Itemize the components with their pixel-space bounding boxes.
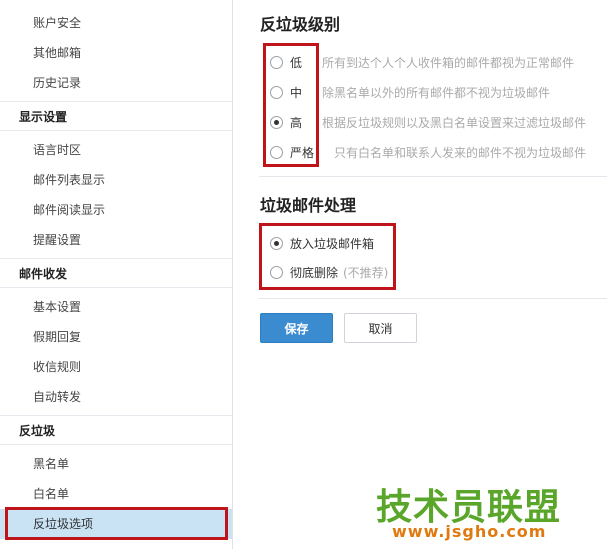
sidebar-item-history[interactable]: 历史记录 [0, 68, 232, 98]
highlight-outline-spam-handling [259, 223, 396, 290]
sidebar-section-label: 邮件收发 [19, 267, 68, 281]
sidebar-item-reminder-settings[interactable]: 提醒设置 [0, 225, 232, 255]
radio-description: 只有白名单和联系人发来的邮件不视为垃圾邮件 [334, 146, 587, 160]
settings-sidebar: 账户安全 其他邮箱 历史记录 显示设置 语言时区 邮件列表显示 邮件阅读显示 提… [0, 0, 233, 549]
sidebar-item-label: 邮件阅读显示 [33, 203, 106, 217]
sidebar-item-receive-rules[interactable]: 收信规则 [0, 352, 232, 382]
radio-description: 所有到达个人个人收件箱的邮件都视为正常邮件 [322, 56, 575, 70]
sidebar-item-label: 历史记录 [33, 76, 82, 90]
sidebar-item-basic-settings[interactable]: 基本设置 [0, 292, 232, 322]
sidebar-section-label: 反垃圾 [19, 424, 56, 438]
sidebar-item-label: 黑名单 [33, 457, 70, 471]
save-button[interactable]: 保存 [260, 313, 333, 343]
sidebar-item-label: 提醒设置 [33, 233, 82, 247]
sidebar-item-whitelist[interactable]: 白名单 [0, 479, 232, 509]
sidebar-section-anti-spam: 反垃圾 [0, 415, 232, 445]
sidebar-section-mail-send-receive: 邮件收发 [0, 258, 232, 288]
sidebar-item-label: 白名单 [33, 487, 70, 501]
sidebar-item-mail-read-display[interactable]: 邮件阅读显示 [0, 195, 232, 225]
sidebar-item-other-mailbox[interactable]: 其他邮箱 [0, 38, 232, 68]
sidebar-item-label: 账户安全 [33, 16, 82, 30]
sidebar-item-label: 语言时区 [33, 143, 82, 157]
highlight-outline-active-item [5, 507, 228, 540]
sidebar-item-auto-forward[interactable]: 自动转发 [0, 382, 232, 412]
watermark-url: www.jsgho.com [392, 522, 547, 541]
sidebar-item-label: 邮件列表显示 [33, 173, 106, 187]
radio-description: 除黑名单以外的所有邮件都不视为垃圾邮件 [322, 86, 551, 100]
watermark: 技术员联盟 www.jsgho.com [376, 478, 596, 548]
section-divider [259, 176, 607, 177]
sidebar-item-label: 其他邮箱 [33, 46, 82, 60]
radio-description: 根据反垃圾规则以及黑白名单设置来过滤垃圾邮件 [322, 116, 587, 130]
spam-handling-title: 垃圾邮件处理 [260, 196, 357, 215]
sidebar-item-label: 收信规则 [33, 360, 82, 374]
sidebar-item-mail-list-display[interactable]: 邮件列表显示 [0, 165, 232, 195]
sidebar-item-language-timezone[interactable]: 语言时区 [0, 135, 232, 165]
sidebar-item-blacklist[interactable]: 黑名单 [0, 449, 232, 479]
spam-level-title: 反垃圾级别 [260, 15, 341, 34]
section-divider [259, 298, 607, 299]
sidebar-item-label: 自动转发 [33, 390, 82, 404]
sidebar-item-label: 基本设置 [33, 300, 82, 314]
sidebar-section-display: 显示设置 [0, 101, 232, 131]
sidebar-item-account-security[interactable]: 账户安全 [0, 8, 232, 38]
sidebar-section-label: 显示设置 [19, 110, 68, 124]
highlight-outline-spam-level [263, 43, 319, 167]
cancel-button[interactable]: 取消 [344, 313, 417, 343]
sidebar-item-vacation-reply[interactable]: 假期回复 [0, 322, 232, 352]
sidebar-item-label: 假期回复 [33, 330, 82, 344]
